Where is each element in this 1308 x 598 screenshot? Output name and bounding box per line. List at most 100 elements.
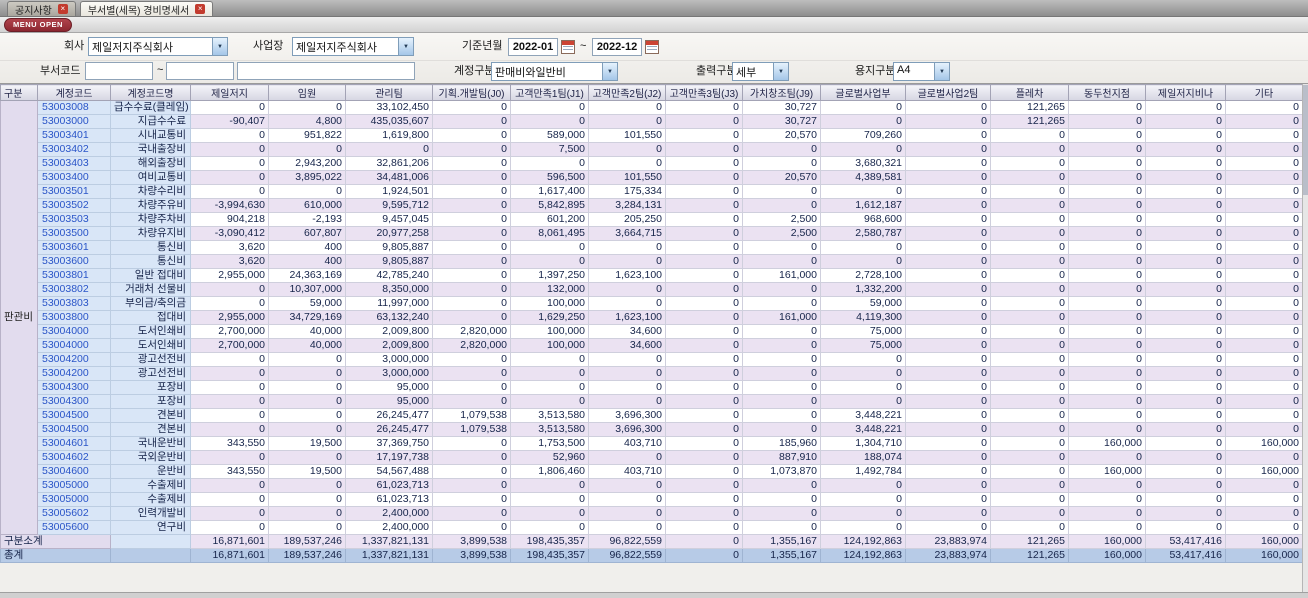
table-row[interactable]: 53004000 도서인쇄비 2,700,000 40,000 2,009,800 2,8…: [1, 324, 1302, 339]
amount-cell[interactable]: 0: [665, 464, 743, 479]
amount-cell[interactable]: 0: [510, 156, 589, 171]
amount-cell[interactable]: 33,102,450: [345, 100, 433, 115]
account-name-cell[interactable]: 도서인쇄비: [110, 324, 191, 339]
site-select[interactable]: 제일저지주식회사 ▼: [292, 37, 414, 56]
amount-cell[interactable]: 0: [905, 338, 991, 353]
amount-cell[interactable]: 0: [190, 450, 269, 465]
amount-cell[interactable]: 0: [432, 492, 511, 507]
scrollbar-thumb[interactable]: [1303, 85, 1308, 195]
amount-cell[interactable]: 0: [905, 296, 991, 311]
amount-cell[interactable]: 0: [1225, 492, 1302, 507]
amount-cell[interactable]: 0: [1145, 408, 1226, 423]
amount-cell[interactable]: 968,600: [820, 212, 906, 227]
amount-cell[interactable]: 0: [1145, 352, 1226, 367]
amount-cell[interactable]: 0: [588, 506, 666, 521]
account-code-cell[interactable]: 53003402: [37, 142, 111, 157]
amount-cell[interactable]: 0: [665, 240, 743, 255]
account-name-cell[interactable]: 국내출장비: [110, 142, 191, 157]
amount-cell[interactable]: 0: [742, 198, 821, 213]
amount-cell[interactable]: 0: [905, 464, 991, 479]
amount-cell[interactable]: 0: [742, 296, 821, 311]
amount-cell[interactable]: 3,513,580: [510, 422, 589, 437]
amount-cell[interactable]: 403,710: [588, 436, 666, 451]
amount-cell[interactable]: 160,000: [1068, 436, 1146, 451]
amount-cell[interactable]: 0: [268, 408, 346, 423]
amount-cell[interactable]: 9,595,712: [345, 198, 433, 213]
amount-cell[interactable]: 0: [510, 380, 589, 395]
amount-cell[interactable]: 0: [665, 534, 743, 549]
account-code-cell[interactable]: 53003503: [37, 212, 111, 227]
amount-cell[interactable]: 0: [588, 240, 666, 255]
amount-cell[interactable]: 160,000: [1225, 534, 1302, 549]
amount-cell[interactable]: 0: [1225, 114, 1302, 129]
period-from-input[interactable]: [508, 38, 558, 56]
amount-cell[interactable]: 0: [990, 492, 1069, 507]
amount-cell[interactable]: 2,700,000: [190, 338, 269, 353]
amount-cell[interactable]: 0: [820, 100, 906, 115]
amount-cell[interactable]: 0: [510, 478, 589, 493]
amount-cell[interactable]: 0: [510, 506, 589, 521]
amount-cell[interactable]: 61,023,713: [345, 478, 433, 493]
amount-cell[interactable]: 0: [905, 478, 991, 493]
amount-cell[interactable]: 0: [665, 422, 743, 437]
amount-cell[interactable]: 0: [1068, 100, 1146, 115]
period-to-input[interactable]: [592, 38, 642, 56]
amount-cell[interactable]: 0: [268, 366, 346, 381]
amount-cell[interactable]: 0: [1145, 212, 1226, 227]
amount-cell[interactable]: 0: [432, 478, 511, 493]
amount-cell[interactable]: 0: [268, 478, 346, 493]
tab-expense-report[interactable]: 부서별(세목) 경비명세서 ×: [79, 1, 214, 17]
amount-cell[interactable]: 0: [990, 478, 1069, 493]
amount-cell[interactable]: 0: [1068, 268, 1146, 283]
table-row[interactable]: 판관비 53003008 급수수료(클레임) 0 0 33,102,450 0 0 0 0 30,7…: [0, 100, 1302, 535]
account-code-cell[interactable]: 53003400: [37, 170, 111, 185]
amount-cell[interactable]: 0: [1145, 450, 1226, 465]
amount-cell[interactable]: 0: [1068, 394, 1146, 409]
amount-cell[interactable]: 904,218: [190, 212, 269, 227]
amount-cell[interactable]: 0: [432, 464, 511, 479]
account-code-cell[interactable]: 53004200: [37, 366, 111, 381]
amount-cell[interactable]: 23,883,974: [905, 534, 991, 549]
amount-cell[interactable]: 0: [742, 492, 821, 507]
amount-cell[interactable]: 0: [1068, 338, 1146, 353]
amount-cell[interactable]: 161,000: [742, 268, 821, 283]
amount-cell[interactable]: 0: [432, 282, 511, 297]
tab-notice[interactable]: 공지사항 ×: [7, 1, 76, 17]
amount-cell[interactable]: 0: [1225, 254, 1302, 269]
amount-cell[interactable]: 0: [990, 254, 1069, 269]
amount-cell[interactable]: 3,895,022: [268, 170, 346, 185]
amount-cell[interactable]: 3,899,538: [432, 548, 511, 563]
amount-cell[interactable]: 0: [665, 170, 743, 185]
amount-cell[interactable]: 0: [742, 156, 821, 171]
amount-cell[interactable]: 3,513,580: [510, 408, 589, 423]
amount-cell[interactable]: 0: [190, 352, 269, 367]
amount-cell[interactable]: 0: [665, 380, 743, 395]
account-name-cell[interactable]: 차량유지비: [110, 226, 191, 241]
amount-cell[interactable]: 0: [588, 156, 666, 171]
amount-cell[interactable]: 0: [1145, 478, 1226, 493]
amount-cell[interactable]: 0: [1068, 408, 1146, 423]
amount-cell[interactable]: 0: [1068, 296, 1146, 311]
amount-cell[interactable]: 0: [588, 394, 666, 409]
amount-cell[interactable]: 0: [990, 198, 1069, 213]
amount-cell[interactable]: 0: [905, 184, 991, 199]
amount-cell[interactable]: 0: [1145, 296, 1226, 311]
amount-cell[interactable]: 52,960: [510, 450, 589, 465]
amount-cell[interactable]: 0: [990, 352, 1069, 367]
amount-cell[interactable]: 2,400,000: [345, 506, 433, 521]
amount-cell[interactable]: 400: [268, 254, 346, 269]
amount-cell[interactable]: 3,448,221: [820, 408, 906, 423]
amount-cell[interactable]: 0: [1225, 142, 1302, 157]
table-row[interactable]: 53003000 지급수수료 -90,407 4,800 435,035,607 0 0 0 0…: [1, 114, 1302, 129]
amount-cell[interactable]: 0: [190, 100, 269, 115]
amount-cell[interactable]: 160,000: [1225, 464, 1302, 479]
amount-cell[interactable]: 0: [742, 338, 821, 353]
amount-cell[interactable]: 3,000,000: [345, 366, 433, 381]
amount-cell[interactable]: 0: [1068, 128, 1146, 143]
amount-cell[interactable]: -3,994,630: [190, 198, 269, 213]
account-code-cell[interactable]: 53005000: [37, 478, 111, 493]
account-name-cell[interactable]: 포장비: [110, 380, 191, 395]
account-code-cell[interactable]: 53003403: [37, 156, 111, 171]
account-code-cell[interactable]: 53004300: [37, 394, 111, 409]
amount-cell[interactable]: 53,417,416: [1145, 534, 1226, 549]
